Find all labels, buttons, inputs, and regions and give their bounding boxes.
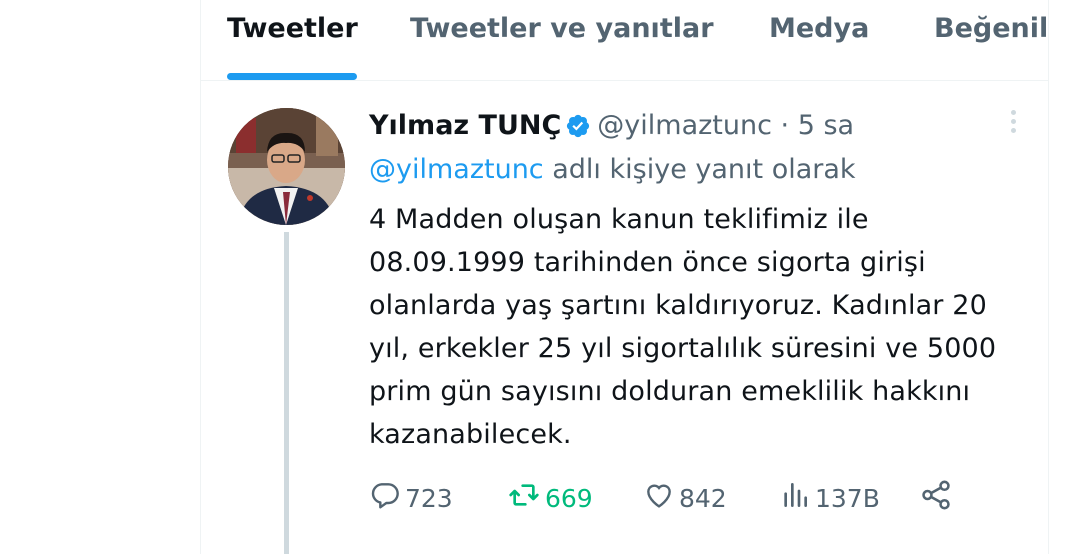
retweet-count: 669	[545, 483, 593, 513]
tab-tweets[interactable]: Tweetler	[227, 13, 358, 45]
author-handle[interactable]: @yilmaztunc	[597, 110, 772, 141]
verified-badge-icon	[565, 113, 591, 149]
retweet-icon	[507, 479, 545, 517]
tab-media[interactable]: Medya	[769, 13, 869, 45]
tab-likes[interactable]: Beğenile	[934, 13, 1048, 45]
like-button[interactable]: 842	[643, 478, 727, 518]
share-button[interactable]	[919, 478, 957, 518]
tweet-text-line: olanlarda yaş şartını kaldırıyoruz. Kadı…	[369, 290, 987, 321]
tweet-text-line: 4 Madden oluşan kanun teklifimiz ile	[369, 204, 869, 235]
thread-connector-line	[284, 232, 289, 554]
active-tab-indicator	[227, 73, 357, 80]
tweet-actions: 723 669 842 137B	[369, 478, 969, 518]
more-options-icon[interactable]	[1001, 106, 1025, 140]
avatar[interactable]	[228, 108, 345, 225]
tweet-text-line: yıl, erkekler 25 yıl sigortalılık süresi…	[369, 333, 997, 364]
share-icon	[919, 478, 957, 518]
reply-button[interactable]: 723	[369, 478, 453, 518]
views-button[interactable]: 137B	[779, 478, 880, 518]
tweet-timestamp[interactable]: 5 sa	[798, 110, 854, 141]
profile-timeline-panel: Tweetler Tweetler ve yanıtlar Medya Beğe…	[200, 0, 1049, 554]
like-count: 842	[679, 483, 727, 513]
retweet-button[interactable]: 669	[507, 478, 593, 518]
tweet-header: Yılmaz TUNÇ @yilmaztunc · 5 sa	[369, 108, 854, 144]
tweet-text: 4 Madden oluşan kanun teklifimiz ile 08.…	[369, 198, 1029, 456]
reply-count: 723	[405, 483, 453, 513]
profile-tabs: Tweetler Tweetler ve yanıtlar Medya Beğe…	[201, 0, 1048, 81]
tab-tweets-and-replies[interactable]: Tweetler ve yanıtlar	[410, 13, 714, 45]
heart-icon	[643, 479, 679, 517]
meta-separator: ·	[780, 110, 790, 141]
author-display-name[interactable]: Yılmaz TUNÇ	[369, 110, 561, 141]
tweet-text-line: prim gün sayısını dolduran emeklilik hak…	[369, 376, 971, 407]
views-chart-icon	[779, 479, 815, 517]
tweet-text-line: 08.09.1999 tarihinden önce sigorta giriş…	[369, 247, 926, 278]
tweet-text-line: kazanabilecek.	[369, 419, 572, 450]
reply-context-label: adlı kişiye yanıt olarak	[552, 154, 856, 185]
reply-icon	[369, 479, 405, 517]
reply-mention-link[interactable]: @yilmaztunc	[369, 154, 544, 185]
view-count: 137B	[815, 483, 880, 513]
reply-context: @yilmaztunc adlı kişiye yanıt olarak	[369, 152, 856, 188]
